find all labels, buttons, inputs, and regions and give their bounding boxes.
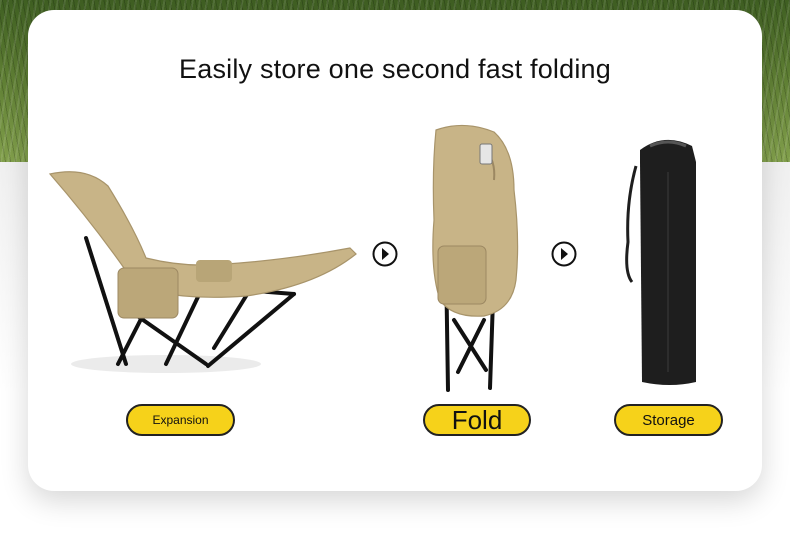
chevron-right-circle-icon (551, 241, 577, 267)
chair-folded-icon (432, 124, 519, 392)
expansion-label: Expansion (126, 404, 235, 436)
storage-label: Storage (614, 404, 723, 436)
fold-label: Fold (423, 404, 531, 436)
storage-bag-icon (625, 139, 696, 385)
chevron-right-circle-icon (372, 241, 398, 267)
reclining-chair-open-icon (48, 171, 357, 373)
headline: Easily store one second fast folding (179, 54, 611, 84)
